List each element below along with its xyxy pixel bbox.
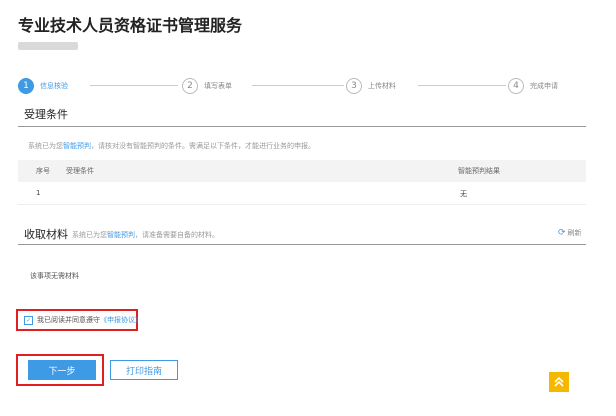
- step-1: 1 信息核验: [18, 76, 68, 96]
- refresh-button[interactable]: ⟳ 刷新: [558, 228, 582, 238]
- redacted-subtitle: [18, 42, 78, 50]
- step-3: 3 上传材料: [346, 76, 396, 96]
- print-guide-button[interactable]: 打印指南: [110, 360, 178, 380]
- note-text: 系统已为您: [28, 142, 63, 150]
- conditions-table-header: 序号 受理条件 智能预判结果: [18, 160, 586, 182]
- step-connector: [90, 85, 178, 86]
- column-header: 智能预判结果: [458, 167, 500, 175]
- agreement-checkbox[interactable]: ✓: [24, 315, 33, 325]
- smart-predict-link[interactable]: 智能预判: [107, 231, 135, 239]
- agreement-link[interactable]: 《申报协议》: [100, 315, 142, 325]
- materials-note: 系统已为您智能预判，请准备需要自备的材料。: [72, 230, 219, 240]
- step-4: 4 完成申请: [508, 76, 558, 96]
- step-label: 完成申请: [530, 82, 558, 90]
- table-row: 1 无: [18, 184, 586, 205]
- step-number: 2: [182, 78, 198, 94]
- step-number: 3: [346, 78, 362, 94]
- next-button[interactable]: 下一步: [28, 360, 96, 380]
- note-text: 系统已为您: [72, 231, 107, 239]
- note-text: ，请核对没有智能预判的条件。需满足以下条件，才能进行业务的申报。: [91, 142, 315, 150]
- agreement-text: 我已阅读并同意遵守: [37, 316, 100, 324]
- step-label: 上传材料: [368, 82, 396, 90]
- no-materials-text: 该事项无需材料: [30, 272, 79, 280]
- column-header: 序号: [36, 167, 50, 175]
- step-2: 2 填写表单: [182, 76, 232, 96]
- materials-title: 收取材料: [24, 228, 68, 241]
- chevron-up-icon: [554, 376, 564, 387]
- conditions-note: 系统已为您智能预判，请核对没有智能预判的条件。需满足以下条件，才能进行业务的申报…: [28, 141, 315, 151]
- table-cell: 1: [36, 189, 41, 197]
- step-label: 信息核验: [40, 82, 68, 90]
- refresh-label: 刷新: [567, 229, 582, 237]
- scroll-top-button[interactable]: [549, 372, 569, 392]
- step-label: 填写表单: [204, 82, 232, 90]
- note-text: ，请准备需要自备的材料。: [135, 231, 219, 239]
- step-connector: [418, 85, 506, 86]
- conditions-title: 受理条件: [24, 108, 68, 121]
- page-title: 专业技术人员资格证书管理服务: [18, 16, 243, 35]
- section-divider: [18, 126, 586, 127]
- smart-predict-link[interactable]: 智能预判: [63, 142, 91, 150]
- agreement-row: ✓ 我已阅读并同意遵守 《申报协议》: [24, 315, 142, 325]
- step-progress: 1 信息核验 2 填写表单 3 上传材料 4 完成申请: [18, 76, 598, 96]
- column-header: 受理条件: [66, 167, 94, 175]
- table-cell: 无: [460, 190, 467, 198]
- step-number: 4: [508, 78, 524, 94]
- step-number: 1: [18, 78, 34, 94]
- section-divider: [18, 244, 586, 245]
- step-connector: [252, 85, 344, 86]
- refresh-icon: ⟳: [558, 228, 566, 238]
